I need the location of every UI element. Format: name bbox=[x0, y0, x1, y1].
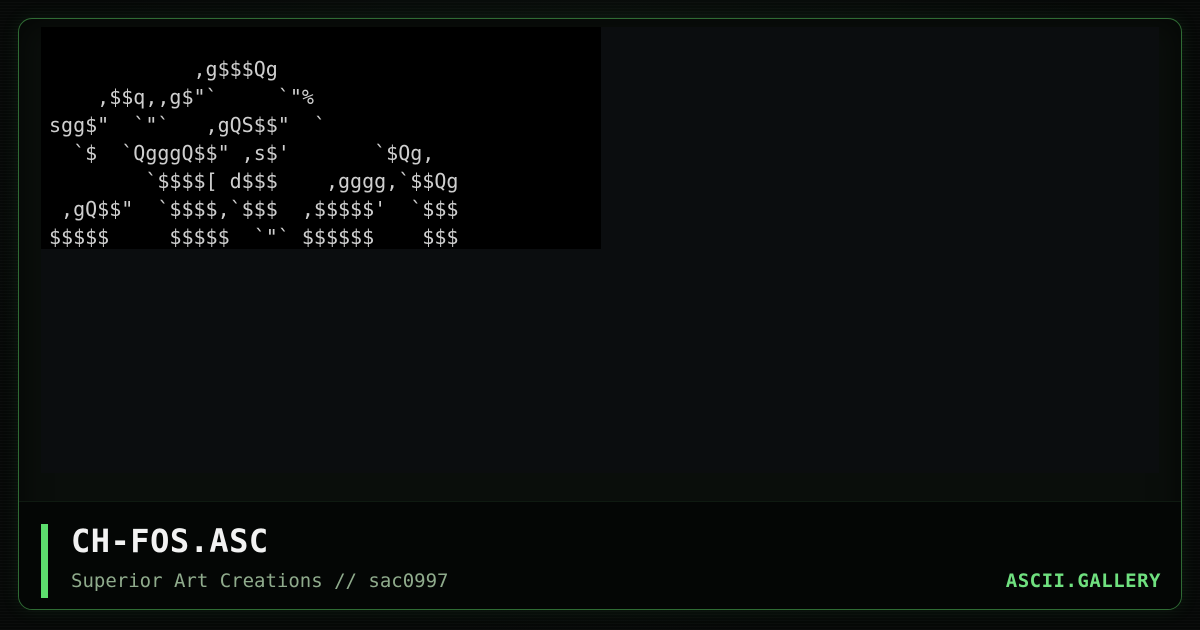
art-viewport: ,g$$$Qg ,$$q,,g$"` `"% sgg$" `"` ,gQS$$"… bbox=[41, 27, 1159, 473]
ascii-art-text: ,g$$$Qg ,$$q,,g$"` `"% sgg$" `"` ,gQS$$"… bbox=[49, 57, 459, 249]
site-brand-link[interactable]: ASCII.GALLERY bbox=[1006, 570, 1161, 592]
art-subtitle: Superior Art Creations // sac0997 bbox=[71, 570, 449, 592]
art-title: CH-FOS.ASC bbox=[71, 522, 269, 560]
accent-bar bbox=[41, 524, 48, 598]
footer-bar: CH-FOS.ASC Superior Art Creations // sac… bbox=[19, 501, 1181, 609]
ascii-art-block: ,g$$$Qg ,$$q,,g$"` `"% sgg$" `"` ,gQS$$"… bbox=[41, 27, 601, 249]
card-frame: ,g$$$Qg ,$$q,,g$"` `"% sgg$" `"` ,gQS$$"… bbox=[18, 18, 1182, 610]
